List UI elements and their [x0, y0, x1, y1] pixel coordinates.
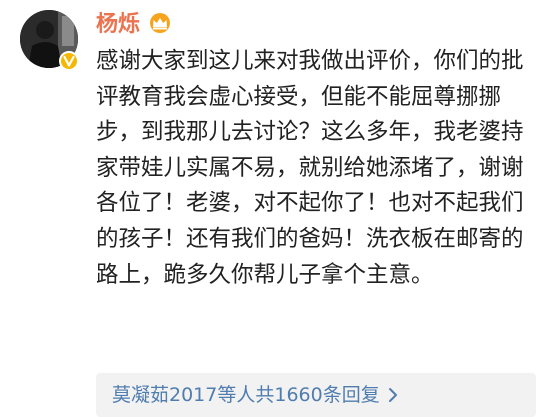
chevron-right-icon [388, 388, 397, 402]
username-link[interactable]: 杨烁 [96, 11, 140, 39]
reply-count: 共1660条回复 [255, 384, 380, 406]
replies-box[interactable]: 莫凝茹2017等人共1660条回复 [96, 373, 536, 417]
replies-link[interactable]: 莫凝茹2017等人共1660条回复 [112, 382, 398, 408]
verified-v-badge-icon [59, 51, 79, 71]
comment-text: 感谢大家到这儿来对我做出评价，你们的批评教育我会虚心接受，但能不能屈尊挪挪步，到… [96, 48, 524, 288]
comment-card: 杨烁 感谢大家到这儿来对我做出评价，你们的批评教育我会虚心接受，但能不能屈尊挪挪… [0, 0, 550, 417]
reply-users: 莫凝茹2017等人 [112, 384, 256, 406]
crown-icon [150, 13, 170, 33]
